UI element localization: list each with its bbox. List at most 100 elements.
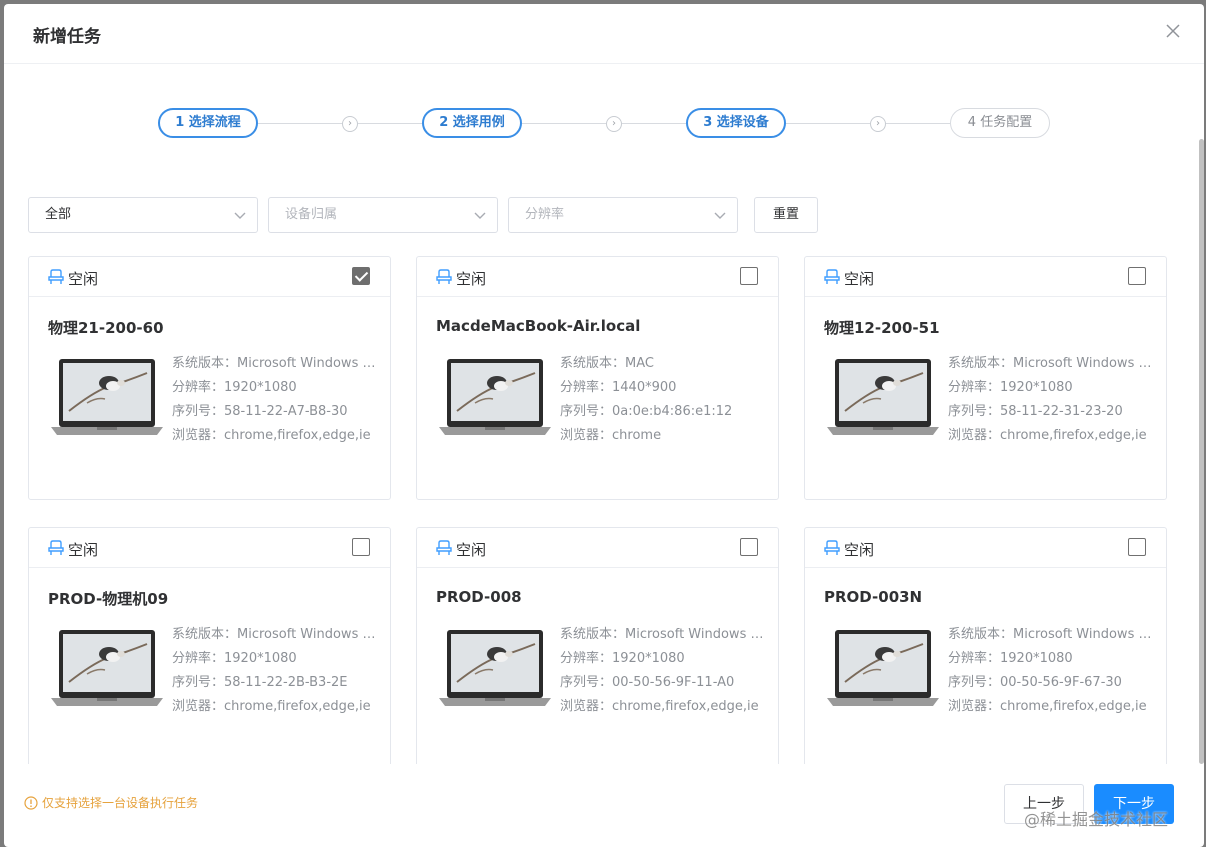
device-serial: 序列号：0a:0e:b4:86:e1:12 [560, 404, 733, 419]
device-select-checkbox[interactable] [352, 538, 370, 556]
device-browser: 浏览器：chrome,firefox,edge,ie [172, 699, 371, 714]
device-resolution: 分辨率：1920*1080 [560, 651, 685, 666]
device-serial: 序列号：58-11-22-A7-B8-30 [172, 404, 348, 419]
dialog-header: 新增任务 [4, 4, 1204, 64]
device-resolution: 分辨率：1920*1080 [948, 380, 1073, 395]
seat-icon [48, 540, 64, 555]
step-connector [358, 123, 422, 124]
selection-tip-text: 仅支持选择一台设备执行任务 [42, 796, 199, 810]
chevron-down-icon [714, 212, 726, 219]
step-connector [622, 123, 686, 124]
seat-icon [48, 269, 64, 284]
owner-select-placeholder: 设备归属 [285, 207, 338, 222]
device-name: 物理21-200-60 [48, 319, 164, 337]
device-select-checkbox[interactable] [740, 267, 758, 285]
step-3: 3 选择设备 [686, 108, 786, 138]
device-card-header: 空闲 [29, 257, 390, 297]
device-card[interactable]: 空闲 PROD-物理机09 系统版本：Microsoft Windows 10 … [28, 527, 391, 764]
device-browser: 浏览器：chrome,firefox,edge,ie [172, 428, 371, 443]
seat-icon [436, 269, 452, 284]
device-card[interactable]: 空闲 PROD-003N 系统版本：Microsoft Windows 10 专… [804, 527, 1167, 764]
chevron-down-icon [234, 212, 246, 219]
selection-tip: 仅支持选择一台设备执行任务 [24, 794, 198, 811]
owner-select[interactable]: 设备归属 [268, 197, 498, 233]
device-browser: 浏览器：chrome [560, 428, 662, 443]
device-card[interactable]: 空闲 物理21-200-60 系统版本：Microsoft Windows 10… [28, 256, 391, 500]
chevron-right-icon: › [606, 116, 622, 132]
device-status: 空闲 [456, 270, 487, 288]
step-connector [258, 123, 342, 124]
new-task-dialog: 新增任务 1 选择流程 › 2 选择用例 › 3 选择设备 › 4 任务配置 全… [4, 4, 1204, 847]
reset-button[interactable]: 重置 [754, 197, 818, 233]
device-os: 系统版本：Microsoft Windows 10 专业版 [560, 627, 765, 642]
device-name: PROD-008 [436, 588, 522, 606]
device-serial: 序列号：58-11-22-31-23-20 [948, 404, 1123, 419]
device-name: PROD-物理机09 [48, 590, 169, 608]
device-browser: 浏览器：chrome,firefox,edge,ie [560, 699, 759, 714]
device-name: PROD-003N [824, 588, 923, 606]
device-os: 系统版本：Microsoft Windows 10 专业版 [172, 356, 377, 371]
device-card-header: 空闲 [417, 257, 778, 297]
device-card-grid: 空闲 物理21-200-60 系统版本：Microsoft Windows 10… [4, 254, 1204, 764]
device-os: 系统版本：Microsoft Windows 10 专业版 [948, 356, 1153, 371]
step-indicator: 1 选择流程 › 2 选择用例 › 3 选择设备 › 4 任务配置 [4, 106, 1204, 140]
device-resolution: 分辨率：1440*900 [560, 380, 677, 395]
device-card-header: 空闲 [417, 528, 778, 568]
watermark: @稀土掘金技术社区 [1024, 810, 1169, 829]
device-select-checkbox[interactable] [1128, 538, 1146, 556]
device-browser: 浏览器：chrome,firefox,edge,ie [948, 428, 1147, 443]
device-specs: 系统版本：Microsoft Windows 10 专业版 分辨率：1920*1… [172, 625, 377, 721]
chevron-right-icon: › [870, 116, 886, 132]
device-card-header: 空闲 [29, 528, 390, 568]
device-os: 系统版本：MAC [560, 356, 654, 371]
category-select[interactable]: 全部 [28, 197, 258, 233]
device-status: 空闲 [456, 541, 487, 559]
device-card[interactable]: 空闲 物理12-200-51 系统版本：Microsoft Windows 10… [804, 256, 1167, 500]
chevron-right-icon: › [342, 116, 358, 132]
device-card-header: 空闲 [805, 528, 1166, 568]
step-connector [786, 123, 870, 124]
laptop-image [439, 630, 551, 706]
device-specs: 系统版本：Microsoft Windows 10 专业版 分辨率：1920*1… [948, 625, 1153, 721]
laptop-image [51, 359, 163, 435]
device-status: 空闲 [68, 541, 99, 559]
device-os: 系统版本：Microsoft Windows 10 专业版 [948, 627, 1153, 642]
seat-icon [824, 269, 840, 284]
device-select-checkbox[interactable] [1128, 267, 1146, 285]
device-serial: 序列号：00-50-56-9F-67-30 [948, 675, 1122, 690]
step-2: 2 选择用例 [422, 108, 522, 138]
device-os: 系统版本：Microsoft Windows 10 专业版 [172, 627, 377, 642]
resolution-select[interactable]: 分辨率 [508, 197, 738, 233]
device-resolution: 分辨率：1920*1080 [948, 651, 1073, 666]
device-specs: 系统版本：MAC 分辨率：1440*900 序列号：0a:0e:b4:86:e1… [560, 354, 765, 450]
device-card[interactable]: 空闲 MacdeMacBook-Air.local 系统版本：MAC 分辨率：1… [416, 256, 779, 500]
device-specs: 系统版本：Microsoft Windows 10 专业版 分辨率：1920*1… [948, 354, 1153, 450]
laptop-image [827, 630, 939, 706]
step-connector [886, 123, 950, 124]
device-status: 空闲 [844, 541, 875, 559]
device-name: MacdeMacBook-Air.local [436, 317, 641, 335]
step-connector [522, 123, 606, 124]
device-specs: 系统版本：Microsoft Windows 10 专业版 分辨率：1920*1… [172, 354, 377, 450]
device-name: 物理12-200-51 [824, 319, 940, 337]
laptop-image [827, 359, 939, 435]
device-select-checkbox[interactable] [740, 538, 758, 556]
device-card-header: 空闲 [805, 257, 1166, 297]
laptop-image [51, 630, 163, 706]
seat-icon [436, 540, 452, 555]
close-icon[interactable] [1164, 22, 1182, 40]
chevron-down-icon [474, 212, 486, 219]
device-serial: 序列号：00-50-56-9F-11-A0 [560, 675, 735, 690]
resolution-select-placeholder: 分辨率 [525, 207, 565, 222]
device-card[interactable]: 空闲 PROD-008 系统版本：Microsoft Windows 10 专业… [416, 527, 779, 764]
dialog-title: 新增任务 [33, 27, 101, 47]
warning-icon [24, 796, 38, 810]
seat-icon [824, 540, 840, 555]
device-select-checkbox[interactable] [352, 267, 370, 285]
device-resolution: 分辨率：1920*1080 [172, 380, 297, 395]
step-4: 4 任务配置 [950, 108, 1050, 138]
device-status: 空闲 [68, 270, 99, 288]
device-specs: 系统版本：Microsoft Windows 10 专业版 分辨率：1920*1… [560, 625, 765, 721]
device-serial: 序列号：58-11-22-2B-B3-2E [172, 675, 348, 690]
laptop-image [439, 359, 551, 435]
